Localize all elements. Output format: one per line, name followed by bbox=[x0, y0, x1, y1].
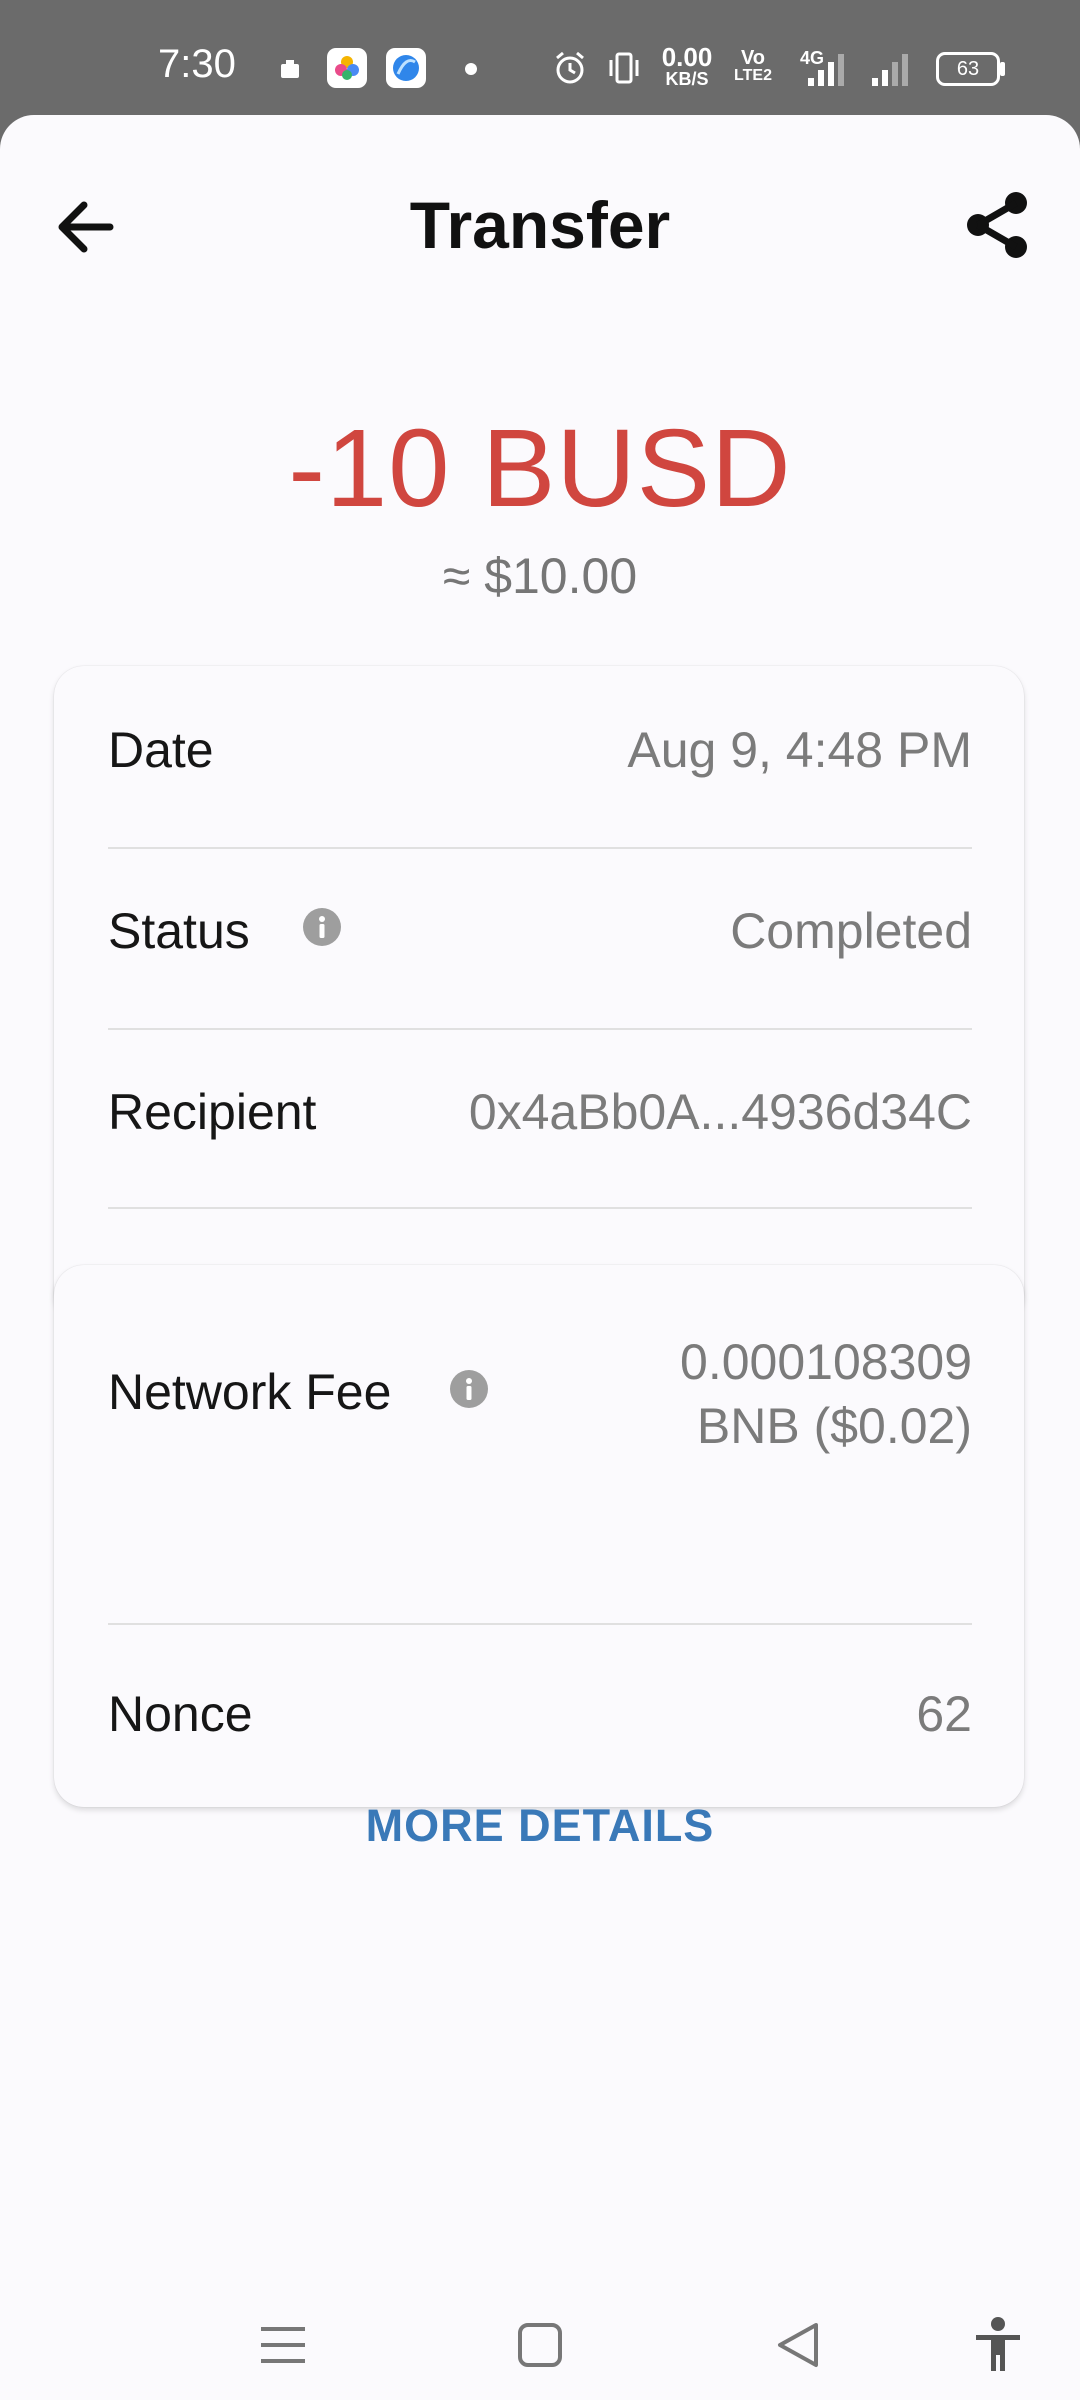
signal-strength-1-icon bbox=[808, 54, 844, 86]
transfer-detail-sheet: Transfer -10 BUSD ≈ $10.00 Date Aug 9, 4… bbox=[0, 115, 1080, 2400]
status-info-icon[interactable] bbox=[303, 908, 341, 946]
system-nav-bar bbox=[0, 2285, 1080, 2400]
status-bar: 7:30 0.00 KB/S Vo LTE2 4G 63 bbox=[0, 0, 1080, 115]
alarm-icon bbox=[556, 51, 584, 84]
photos-app-icon bbox=[327, 48, 367, 88]
more-details-button[interactable]: MORE DETAILS bbox=[0, 1800, 1080, 1852]
battery-tip bbox=[1000, 62, 1005, 76]
network-speed-unit: KB/S bbox=[665, 69, 709, 89]
fee-details-card: Network Fee 0.000108309 BNB ($0.02) Nonc… bbox=[54, 1265, 1024, 1807]
vibrate-icon bbox=[609, 52, 639, 84]
notification-icon bbox=[281, 60, 299, 78]
date-row: Date Aug 9, 4:48 PM bbox=[108, 721, 972, 801]
battery-level: 63 bbox=[956, 58, 980, 80]
recipient-label: Recipient bbox=[108, 1084, 317, 1140]
network-speed: 0.00 KB/S bbox=[657, 44, 717, 88]
carrier-bottom: LTE2 bbox=[734, 67, 772, 84]
signal-strength-2-icon bbox=[872, 54, 908, 86]
accessibility-icon[interactable] bbox=[968, 2315, 1028, 2375]
divider bbox=[108, 1207, 972, 1209]
carrier-indicator: Vo LTE2 bbox=[732, 48, 774, 84]
network-fee-fiat: BNB ($0.02) bbox=[696, 1398, 972, 1454]
page-title: Transfer bbox=[409, 188, 671, 262]
network-fee-row: Network Fee 0.000108309 BNB ($0.02) bbox=[108, 1330, 972, 1470]
recipient-row[interactable]: Recipient 0x4aBb0A...4936d34C bbox=[108, 1083, 972, 1163]
date-label: Date bbox=[108, 722, 214, 778]
nonce-label: Nonce bbox=[108, 1686, 253, 1742]
divider bbox=[108, 847, 972, 849]
status-row: Status Completed bbox=[108, 902, 972, 982]
home-square-icon[interactable] bbox=[510, 2315, 570, 2375]
date-value: Aug 9, 4:48 PM bbox=[627, 722, 972, 778]
network-speed-value: 0.00 bbox=[661, 42, 713, 72]
network-fee-info-icon[interactable] bbox=[450, 1370, 488, 1408]
divider bbox=[108, 1028, 972, 1030]
app-bar: Transfer bbox=[0, 115, 1080, 325]
status-value: Completed bbox=[730, 903, 972, 959]
network-fee-amount: 0.000108309 bbox=[680, 1334, 972, 1390]
nonce-value: 62 bbox=[916, 1686, 972, 1742]
network-fee-value: 0.000108309 BNB ($0.02) bbox=[680, 1330, 972, 1458]
status-label: Status bbox=[108, 903, 250, 959]
network-fee-label: Network Fee bbox=[108, 1364, 392, 1420]
more-notifications-dot-icon bbox=[465, 63, 477, 75]
carrier-top: Vo bbox=[740, 47, 766, 69]
divider bbox=[108, 1623, 972, 1625]
back-triangle-icon[interactable] bbox=[768, 2315, 828, 2375]
menu-icon[interactable] bbox=[253, 2315, 313, 2375]
browser-app-icon bbox=[386, 48, 426, 88]
nonce-row: Nonce 62 bbox=[108, 1685, 972, 1765]
transaction-details-card: Date Aug 9, 4:48 PM Status Completed Rec… bbox=[54, 666, 1024, 1322]
recipient-address[interactable]: 0x4aBb0A...4936d34C bbox=[469, 1083, 972, 1141]
share-icon[interactable] bbox=[958, 185, 1038, 265]
transfer-amount: -10 BUSD bbox=[288, 407, 792, 530]
fiat-equivalent: ≈ $10.00 bbox=[442, 548, 638, 604]
status-time: 7:30 bbox=[158, 42, 236, 86]
battery-indicator: 63 bbox=[936, 52, 1000, 86]
